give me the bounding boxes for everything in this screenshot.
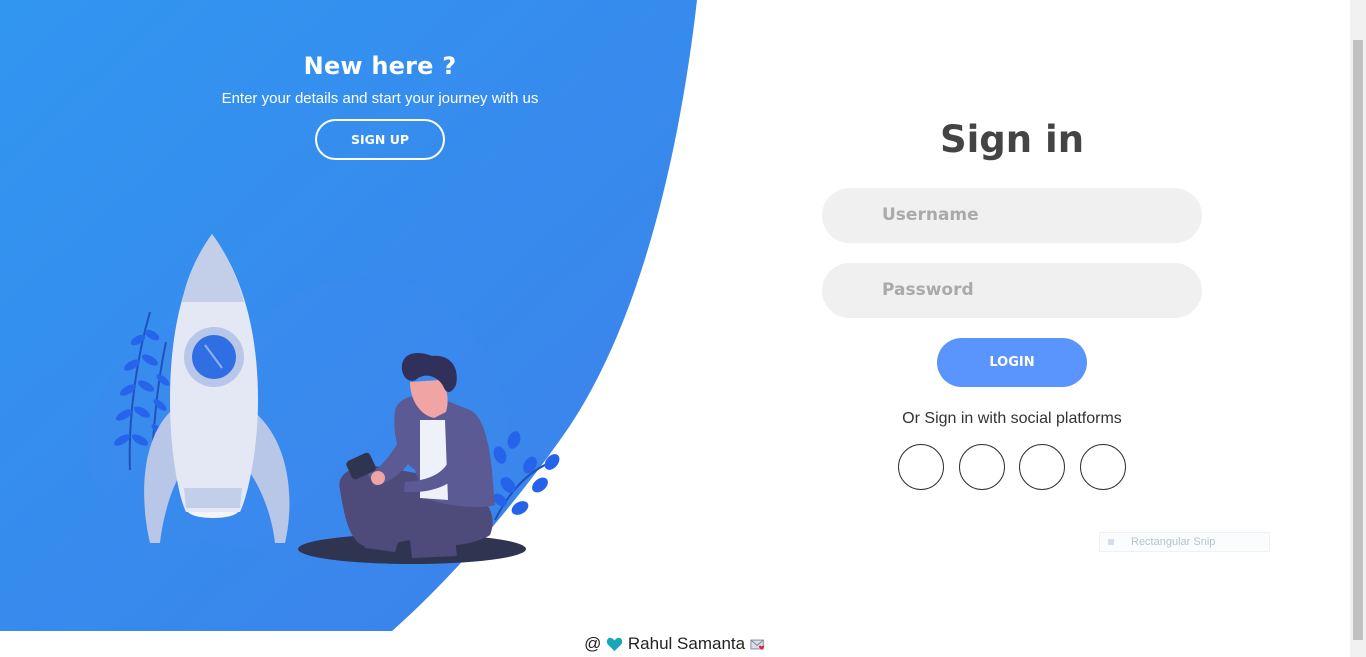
login-button[interactable]: LOGIN — [937, 338, 1087, 387]
password-field[interactable]: Password — [822, 263, 1202, 318]
password-input[interactable]: Password — [882, 263, 974, 318]
snip-icon — [1108, 539, 1114, 545]
facebook-icon[interactable] — [898, 444, 944, 490]
scrollbar[interactable] — [1350, 0, 1366, 657]
heart-icon — [606, 637, 623, 652]
footer-prefix: @ — [584, 634, 602, 653]
new-here-subtext: Enter your details and start your journe… — [221, 90, 539, 107]
social-text: Or Sign in with social platforms — [902, 410, 1122, 427]
footer: @ Rahul Samanta — [0, 631, 1350, 657]
snip-tooltip-label: Rectangular Snip — [1131, 536, 1216, 548]
google-icon[interactable] — [1019, 444, 1065, 490]
linkedin-icon[interactable] — [1080, 444, 1126, 490]
snip-tooltip: Rectangular Snip — [1099, 532, 1270, 552]
footer-author: Rahul Samanta — [627, 634, 746, 653]
sign-up-button[interactable]: SIGN UP — [315, 119, 445, 160]
new-here-heading: New here ? — [303, 52, 457, 80]
scrollbar-thumb[interactable] — [1353, 40, 1363, 640]
user-icon — [847, 207, 863, 225]
lock-icon — [848, 283, 862, 300]
social-media — [898, 444, 1138, 490]
username-field[interactable]: Username — [822, 188, 1202, 243]
username-input[interactable]: Username — [882, 188, 979, 243]
sign-in-title: Sign in — [939, 118, 1085, 161]
love-letter-icon — [750, 639, 764, 650]
twitter-icon[interactable] — [959, 444, 1005, 490]
page-container: New here ? Enter your details and start … — [0, 0, 1350, 631]
left-panel-content: New here ? Enter your details and start … — [120, 52, 640, 160]
